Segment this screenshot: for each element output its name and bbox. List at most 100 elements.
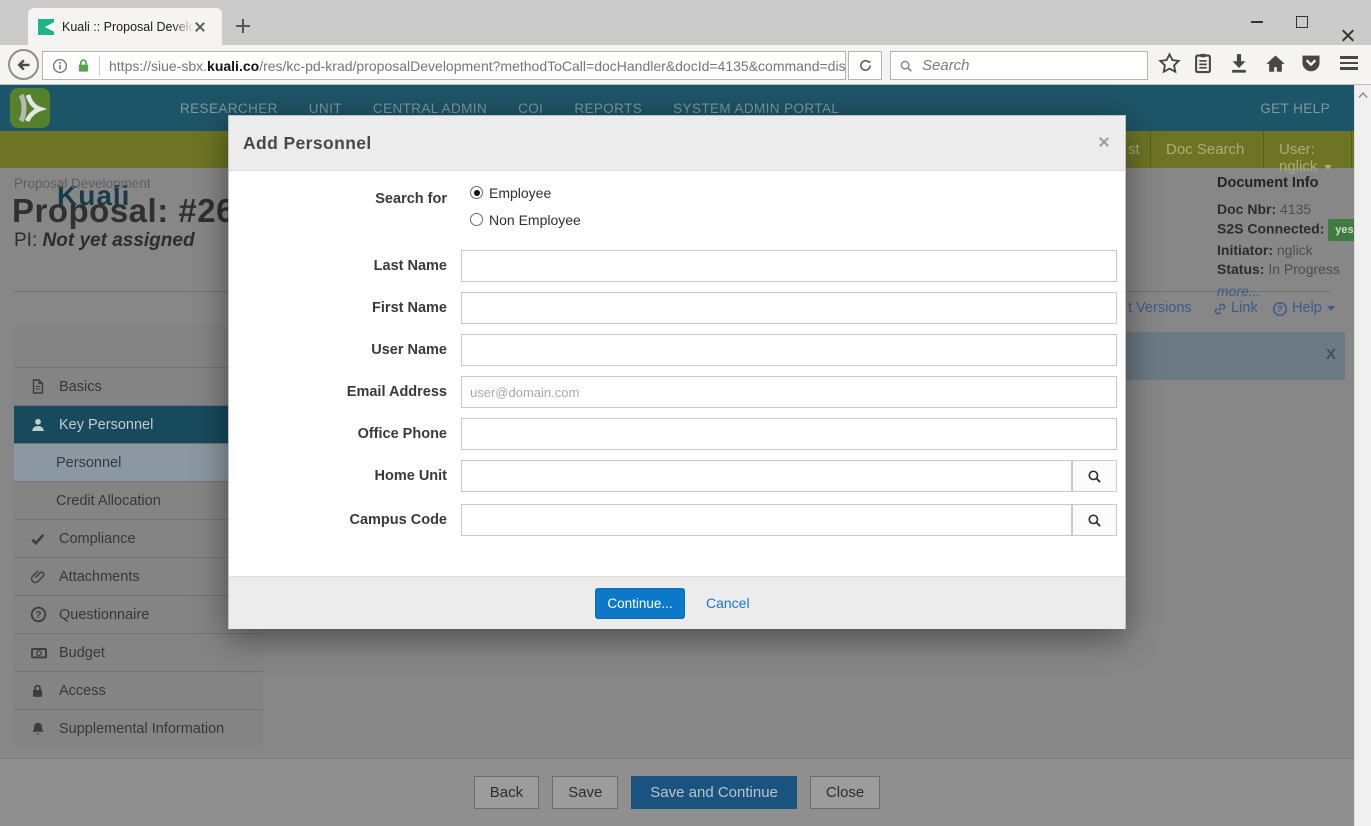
home-icon[interactable] bbox=[1264, 52, 1287, 75]
nav-item-system-admin-portal[interactable]: SYSTEM ADMIN PORTAL bbox=[673, 101, 839, 116]
menu-hamburger-icon[interactable] bbox=[1340, 56, 1358, 70]
more-link[interactable]: more... bbox=[1217, 282, 1357, 301]
office-phone-field[interactable] bbox=[461, 418, 1117, 450]
home-unit-lookup-button[interactable] bbox=[1072, 460, 1117, 492]
person-icon bbox=[30, 417, 50, 433]
back-page-button[interactable]: Back bbox=[473, 776, 540, 809]
window-close-icon[interactable] bbox=[1341, 28, 1355, 43]
https-padlock-icon[interactable] bbox=[76, 58, 91, 73]
sidebar-item-label: Budget bbox=[59, 644, 105, 661]
page-footer: Back Save Save and Continue Close bbox=[0, 758, 1354, 826]
back-button[interactable] bbox=[8, 49, 39, 80]
alert-close-button[interactable]: X bbox=[1326, 346, 1336, 363]
portal-separator bbox=[1150, 131, 1151, 168]
reading-list-icon[interactable] bbox=[1192, 52, 1214, 74]
browser-search[interactable] bbox=[890, 51, 1148, 80]
sidebar-item-access[interactable]: Access bbox=[14, 671, 263, 709]
email-address-field[interactable] bbox=[461, 376, 1117, 408]
add-personnel-modal: Add Personnel Search for Employee Non Em… bbox=[228, 115, 1126, 629]
versions-link-fragment[interactable]: t Versions bbox=[1128, 300, 1192, 316]
sidebar-item-personnel[interactable]: Personnel bbox=[14, 443, 263, 481]
last-name-label: Last Name bbox=[373, 258, 447, 274]
portal-item-fragment[interactable]: st bbox=[1128, 141, 1140, 158]
url-bar[interactable]: https://siue-sbx.kuali.co/res/kc-pd-krad… bbox=[42, 51, 846, 80]
page-title: Proposal: #26 bbox=[12, 192, 235, 229]
cancel-link[interactable]: Cancel bbox=[706, 595, 750, 611]
doc-nbr-label: Doc Nbr: bbox=[1217, 201, 1277, 217]
search-for-label: Search for bbox=[375, 191, 447, 207]
chevron-down-icon bbox=[1324, 164, 1333, 170]
home-unit-label: Home Unit bbox=[374, 468, 448, 484]
sidebar-item-key-personnel[interactable]: Key Personnel bbox=[14, 405, 263, 443]
doc-search-link[interactable]: Doc Search bbox=[1166, 141, 1244, 158]
lock-icon bbox=[30, 683, 50, 699]
sidebar-item-budget[interactable]: Budget bbox=[14, 633, 263, 671]
tab-favicon-kuali-icon bbox=[38, 18, 54, 35]
sidebar-item-basics[interactable]: Basics bbox=[14, 367, 263, 405]
nav-item-reports[interactable]: REPORTS bbox=[574, 101, 642, 116]
svg-text:?: ? bbox=[35, 610, 41, 621]
sidebar-item-attachments[interactable]: Attachments bbox=[14, 557, 263, 595]
save-and-continue-button[interactable]: Save and Continue bbox=[631, 776, 797, 809]
site-info-icon[interactable] bbox=[52, 58, 68, 74]
initiator-row: Initiator: nglick bbox=[1217, 241, 1357, 260]
first-name-field[interactable] bbox=[461, 292, 1117, 324]
link-link[interactable]: Link bbox=[1231, 300, 1258, 316]
sidebar-item-questionnaire[interactable]: ? Questionnaire bbox=[14, 595, 263, 633]
help-link[interactable]: Help bbox=[1292, 300, 1335, 316]
sidebar-item-label: Basics bbox=[59, 378, 102, 395]
modal-close-icon[interactable] bbox=[1098, 136, 1110, 148]
sidebar-item-supplemental-information[interactable]: Supplemental Information bbox=[14, 709, 263, 747]
campus-code-field[interactable] bbox=[461, 504, 1072, 536]
nav-item-researcher[interactable]: RESEARCHER bbox=[180, 101, 278, 116]
new-tab-plus-icon[interactable] bbox=[236, 19, 250, 33]
tab-close-icon[interactable] bbox=[194, 21, 206, 33]
campus-code-lookup-button[interactable] bbox=[1072, 504, 1117, 536]
window-minimize-icon[interactable] bbox=[1251, 21, 1263, 23]
sidebar-item-credit-allocation[interactable]: Credit Allocation bbox=[14, 481, 263, 519]
home-unit-field[interactable] bbox=[461, 460, 1072, 492]
bookmark-star-icon[interactable] bbox=[1158, 52, 1181, 75]
user-menu[interactable]: User: nglick bbox=[1279, 141, 1354, 175]
initiator-label: Initiator: bbox=[1217, 242, 1273, 258]
radio-non-employee[interactable] bbox=[470, 213, 483, 226]
radio-employee-label[interactable]: Employee bbox=[489, 185, 551, 201]
doc-nbr-row: Doc Nbr: 4135 bbox=[1217, 200, 1357, 219]
browser-tab[interactable]: Kuali :: Proposal Developme bbox=[28, 8, 222, 45]
sidebar-item-label: Compliance bbox=[59, 530, 136, 547]
svg-text:?: ? bbox=[1277, 304, 1283, 314]
radio-employee[interactable] bbox=[470, 186, 483, 199]
downloads-icon[interactable] bbox=[1228, 52, 1250, 74]
continue-button[interactable]: Continue... bbox=[595, 588, 685, 619]
check-icon bbox=[30, 531, 50, 547]
user-name-field[interactable] bbox=[461, 334, 1117, 366]
nav-item-central-admin[interactable]: CENTRAL ADMIN bbox=[373, 101, 487, 116]
link-chain-icon[interactable] bbox=[1212, 301, 1228, 317]
initiator-value: nglick bbox=[1276, 242, 1313, 258]
save-button[interactable]: Save bbox=[552, 776, 619, 809]
scroll-up-icon[interactable] bbox=[1357, 90, 1369, 100]
app-breadcrumb: Proposal Development bbox=[14, 176, 151, 191]
pocket-icon[interactable] bbox=[1300, 52, 1322, 74]
window-maximize-icon[interactable] bbox=[1296, 16, 1308, 28]
reload-button[interactable] bbox=[848, 51, 882, 80]
vertical-scrollbar[interactable] bbox=[1354, 85, 1371, 826]
close-page-button[interactable]: Close bbox=[809, 776, 881, 809]
sidebar-item-compliance[interactable]: Compliance bbox=[14, 519, 263, 557]
last-name-field[interactable] bbox=[461, 250, 1117, 282]
sidebar-item-label: Key Personnel bbox=[59, 416, 154, 433]
office-phone-label: Office Phone bbox=[357, 426, 447, 442]
radio-non-employee-label[interactable]: Non Employee bbox=[489, 212, 581, 228]
search-input[interactable] bbox=[920, 56, 1147, 75]
nav-item-unit[interactable]: UNIT bbox=[309, 101, 342, 116]
document-info-title: Document Info bbox=[1217, 175, 1319, 191]
sidebar-item-label: Personnel bbox=[56, 454, 122, 471]
help-question-icon[interactable]: ? bbox=[1272, 301, 1288, 317]
get-help-link[interactable]: GET HELP bbox=[1260, 101, 1330, 116]
pi-label: PI: bbox=[14, 230, 38, 251]
kuali-logo-icon[interactable] bbox=[10, 88, 50, 128]
status-value: In Progress bbox=[1268, 261, 1340, 277]
sidebar-item-label: Credit Allocation bbox=[56, 492, 161, 509]
nav-item-coi[interactable]: COI bbox=[518, 101, 543, 116]
url-domain: kuali.co bbox=[207, 57, 260, 74]
